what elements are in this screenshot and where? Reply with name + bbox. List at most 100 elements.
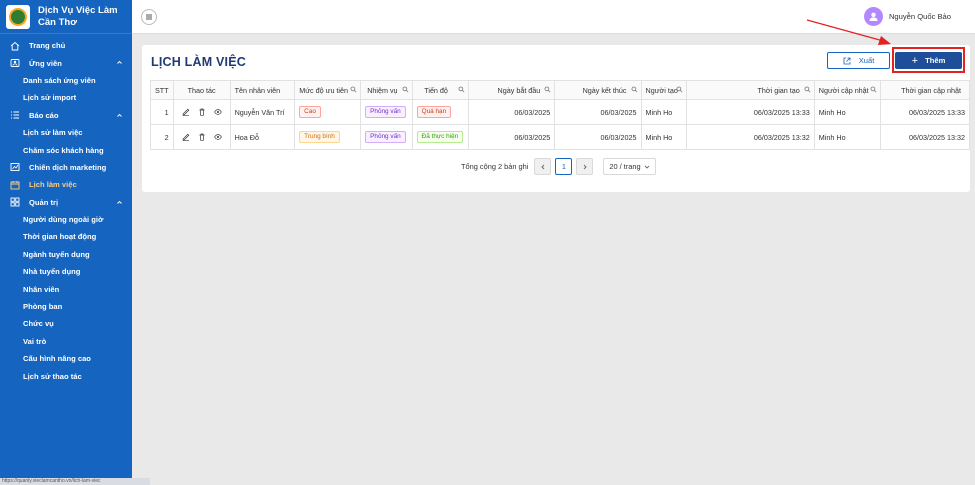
sidebar-item[interactable]: Người dùng ngoài giờ (0, 211, 132, 228)
cell-actions (172, 99, 231, 125)
progress-badge: Quá hạn (416, 106, 452, 118)
column-header[interactable]: Người cập nhật (813, 80, 881, 100)
cell-creator: Minh Ho (640, 124, 687, 150)
view-icon[interactable] (213, 133, 222, 141)
column-header[interactable]: Nhiệm vụ (360, 80, 413, 100)
table-row[interactable]: 2 Hoa Đỗ Trung bình Phỏng vấn Đã thực hi… (150, 124, 971, 150)
column-header[interactable]: Thời gian tạo (685, 80, 815, 100)
cell-priority: Cao (294, 99, 362, 125)
cell-progress: Đã thực hiện (411, 124, 469, 150)
sidebar-item[interactable]: Lịch sử thao tác (0, 367, 132, 384)
chevron-up-icon[interactable] (116, 112, 123, 119)
next-page-button[interactable] (576, 158, 594, 175)
page-title: LỊCH LÀM VIỆC (151, 55, 246, 69)
sidebar-item[interactable]: Ngành tuyển dụng (0, 246, 132, 263)
sidebar-item[interactable]: Chăm sóc khách hàng (0, 141, 132, 158)
calendar-icon (10, 180, 20, 190)
cell-progress: Quá hạn (411, 99, 469, 125)
page-size-select[interactable]: 20 / trang (603, 158, 657, 175)
sidebar-item-label: Lịch sử import (23, 93, 77, 103)
sidebar-item[interactable]: Danh sách ứng viên (0, 72, 132, 89)
edit-icon[interactable] (182, 133, 190, 141)
edit-icon[interactable] (182, 108, 190, 116)
cell-actions (172, 124, 231, 150)
status-url: https://quanly.vieclamcantho.vn/lich-lam… (0, 478, 150, 485)
sidebar-item-label: Cấu hình nâng cao (23, 354, 91, 364)
sidebar-item-label: Lịch sử làm việc (23, 128, 83, 138)
sidebar-item[interactable]: Vai trò (0, 333, 132, 350)
task-badge: Phỏng vấn (365, 131, 406, 143)
cell-priority: Trung bình (294, 124, 362, 150)
home-icon (10, 41, 20, 51)
sidebar-item[interactable]: Trang chủ (0, 37, 132, 54)
sidebar-item-label: Lịch làm việc (29, 180, 77, 190)
sidebar-item-label: Danh sách ứng viên (23, 75, 96, 85)
search-icon[interactable] (458, 86, 465, 93)
page-number-button[interactable]: 1 (555, 158, 573, 175)
priority-badge: Trung bình (299, 131, 340, 143)
sidebar-item[interactable]: Lịch sử import (0, 89, 132, 106)
total-records: Tổng cộng 2 bản ghi (461, 162, 529, 171)
pagination: Tổng cộng 2 bản ghi 1 20 / trang (461, 158, 657, 175)
search-icon[interactable] (676, 86, 683, 93)
main-card: LỊCH LÀM VIỆC Xuất + Thêm STT Thao tác T… (142, 45, 971, 192)
delete-icon[interactable] (198, 133, 206, 141)
sidebar-nav: Trang chủ Ứng viên Danh sách ứng viên Lịch … (0, 34, 132, 385)
sidebar-item[interactable]: Thời gian hoạt động (0, 228, 132, 245)
sidebar-item[interactable]: Lịch làm việc (0, 176, 132, 193)
column-header[interactable]: Ngày bắt đầu (467, 80, 556, 100)
delete-icon[interactable] (198, 108, 206, 116)
cell-updated-at: 06/03/2025 13:32 (879, 124, 971, 150)
search-icon[interactable] (402, 86, 409, 93)
sidebar-item[interactable]: Chiến dịch marketing (0, 159, 132, 176)
sidebar-item-label: Ngành tuyển dụng (23, 249, 90, 259)
sidebar-item-label: Nhân viên (23, 284, 60, 294)
sidebar-item[interactable]: Cấu hình nâng cao (0, 350, 132, 367)
sidebar-item[interactable]: Nhà tuyển dụng (0, 263, 132, 280)
chevron-up-icon[interactable] (116, 199, 123, 206)
column-header[interactable]: Mức độ ưu tiên (294, 80, 362, 100)
sidebar-item-label: Ứng viên (29, 58, 62, 68)
prev-page-button[interactable] (534, 158, 552, 175)
export-button[interactable]: Xuất (827, 52, 890, 69)
column-header[interactable]: Người tạo (640, 80, 687, 100)
column-header: STT (150, 80, 174, 100)
cell-stt: 2 (150, 124, 174, 150)
table-row[interactable]: 1 Nguyễn Văn Trí Cao Phỏng vấn Quá hạn 0… (150, 99, 971, 125)
sidebar-item[interactable]: Báo cáo (0, 107, 132, 124)
sidebar-item[interactable]: Nhân viên (0, 280, 132, 297)
cell-task: Phỏng vấn (360, 124, 413, 150)
cell-updater: Minh Ho (813, 124, 881, 150)
sidebar-item[interactable]: Quản trị (0, 194, 132, 211)
chevron-down-icon (645, 165, 650, 169)
brand[interactable]: Dịch Vụ Việc Làm Cần Thơ (0, 0, 132, 34)
sidebar-item-label: Chức vụ (23, 319, 54, 329)
cell-start-date: 06/03/2025 (467, 99, 556, 125)
sidebar-item[interactable]: Lịch sử làm việc (0, 124, 132, 141)
sidebar-item[interactable]: Ứng viên (0, 54, 132, 71)
column-header[interactable]: Tiến độ (411, 80, 469, 100)
column-header[interactable]: Thời gian cập nhật (879, 80, 971, 100)
cell-task: Phỏng vấn (360, 99, 413, 125)
search-icon[interactable] (870, 86, 877, 93)
sidebar-item-label: Nhà tuyển dụng (23, 267, 81, 277)
cell-end-date: 06/03/2025 (554, 99, 642, 125)
search-icon[interactable] (544, 86, 551, 93)
sidebar-item-label: Chiến dịch marketing (29, 162, 107, 172)
sidebar-item[interactable]: Phòng ban (0, 298, 132, 315)
sidebar-item-label: Báo cáo (29, 110, 59, 120)
menu-toggle-button[interactable] (141, 9, 157, 25)
column-header[interactable]: Ngày kết thúc (554, 80, 642, 100)
view-icon[interactable] (213, 108, 222, 116)
cell-creator: Minh Ho (640, 99, 687, 125)
user-name: Nguyễn Quốc Bảo (888, 12, 951, 21)
search-icon[interactable] (804, 86, 811, 93)
chevron-up-icon[interactable] (116, 59, 123, 66)
sidebar-item-label: Thời gian hoạt động (23, 232, 97, 242)
sidebar-item[interactable]: Chức vụ (0, 315, 132, 332)
search-icon[interactable] (631, 86, 638, 93)
admin-icon (10, 197, 20, 207)
search-icon[interactable] (350, 86, 357, 93)
column-header: Thao tác (172, 80, 231, 100)
export-button-label: Xuất (858, 56, 875, 65)
